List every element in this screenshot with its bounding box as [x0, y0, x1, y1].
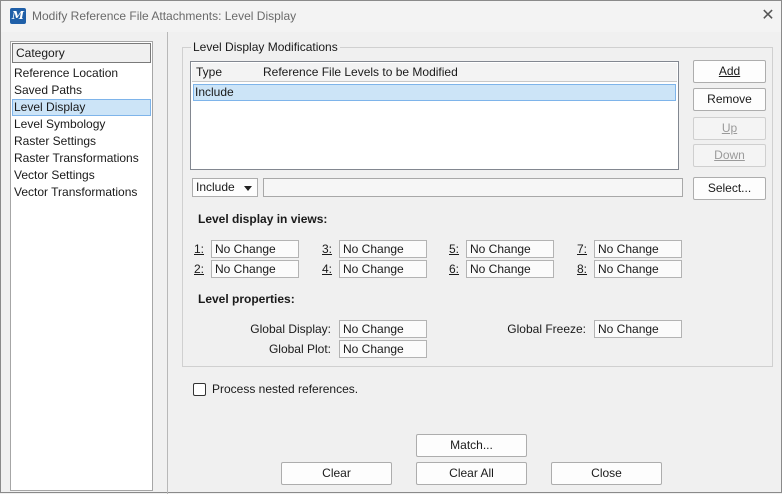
category-header: Category [12, 43, 151, 63]
view-3-label: 3: [322, 242, 333, 256]
global-display-field[interactable]: No Change [339, 320, 427, 338]
category-item-vector-transformations[interactable]: Vector Transformations [12, 184, 151, 201]
column-header-type[interactable]: Type [196, 65, 222, 79]
remove-button-label: Remove [707, 92, 752, 106]
add-button-label: Add [718, 64, 741, 78]
process-nested-checkbox[interactable] [193, 383, 206, 396]
category-item-raster-settings[interactable]: Raster Settings [12, 133, 151, 150]
up-button-label: Up [721, 121, 738, 135]
view-5-label: 5: [449, 242, 460, 256]
group-label: Level Display Modifications [191, 39, 340, 55]
global-freeze-label: Global Freeze: [507, 322, 586, 336]
type-combo[interactable]: Include [192, 178, 258, 197]
levels-table[interactable]: Type Reference File Levels to be Modifie… [190, 61, 679, 170]
match-button[interactable]: Match... [416, 434, 527, 457]
category-item-level-symbology[interactable]: Level Symbology [12, 116, 151, 133]
category-item-raster-transformations[interactable]: Raster Transformations [12, 150, 151, 167]
clear-all-button[interactable]: Clear All [416, 462, 527, 485]
title-bar: M Modify Reference File Attachments: Lev… [1, 1, 781, 32]
close-icon[interactable]: ✕ [758, 6, 778, 26]
table-header: Type Reference File Levels to be Modifie… [192, 63, 677, 82]
select-button-label: Select... [707, 181, 752, 195]
view-8-field[interactable]: No Change [594, 260, 682, 278]
chevron-down-icon [244, 186, 252, 191]
category-item-level-display[interactable]: Level Display [12, 99, 151, 116]
view-2-label: 2: [194, 262, 205, 276]
column-header-levels[interactable]: Reference File Levels to be Modified [263, 65, 458, 79]
view-4-field[interactable]: No Change [339, 260, 427, 278]
select-button[interactable]: Select... [693, 177, 766, 200]
category-item-vector-settings[interactable]: Vector Settings [12, 167, 151, 184]
view-7-label: 7: [577, 242, 588, 256]
properties-heading: Level properties: [198, 292, 295, 306]
close-button-label: Close [591, 466, 622, 480]
row-type-cell: Include [195, 85, 234, 99]
global-plot-label: Global Plot: [268, 342, 331, 356]
view-5-field[interactable]: No Change [466, 240, 554, 258]
type-combo-value: Include [196, 180, 235, 194]
clear-button[interactable]: Clear [281, 462, 392, 485]
category-item-saved-paths[interactable]: Saved Paths [12, 82, 151, 99]
global-plot-field[interactable]: No Change [339, 340, 427, 358]
view-1-field[interactable]: No Change [211, 240, 299, 258]
clear-all-button-label: Clear All [449, 466, 494, 480]
category-list[interactable]: Category Reference Location Saved Paths … [10, 41, 153, 491]
view-6-label: 6: [449, 262, 460, 276]
dialog-window: M Modify Reference File Attachments: Lev… [0, 0, 782, 494]
process-nested-label[interactable]: Process nested references. [212, 382, 358, 396]
close-button[interactable]: Close [551, 462, 662, 485]
up-button[interactable]: Up [693, 117, 766, 140]
views-heading: Level display in views: [198, 212, 328, 226]
pane-splitter[interactable] [167, 32, 168, 494]
category-item-reference-location[interactable]: Reference Location [12, 65, 151, 82]
global-display-label: Global Display: [250, 322, 331, 336]
add-button[interactable]: Add [693, 60, 766, 83]
view-2-field[interactable]: No Change [211, 260, 299, 278]
view-8-label: 8: [577, 262, 588, 276]
down-button-label: Down [714, 148, 745, 162]
view-4-label: 4: [322, 262, 333, 276]
table-row[interactable]: Include [193, 84, 676, 101]
view-7-field[interactable]: No Change [594, 240, 682, 258]
clear-button-label: Clear [322, 466, 351, 480]
window-title: Modify Reference File Attachments: Level… [32, 9, 297, 23]
view-6-field[interactable]: No Change [466, 260, 554, 278]
view-3-field[interactable]: No Change [339, 240, 427, 258]
levels-input[interactable] [263, 178, 683, 197]
down-button[interactable]: Down [693, 144, 766, 167]
match-button-label: Match... [450, 438, 493, 452]
global-freeze-field[interactable]: No Change [594, 320, 682, 338]
app-logo-icon: M [10, 8, 26, 24]
remove-button[interactable]: Remove [693, 88, 766, 111]
view-1-label: 1: [194, 242, 205, 256]
